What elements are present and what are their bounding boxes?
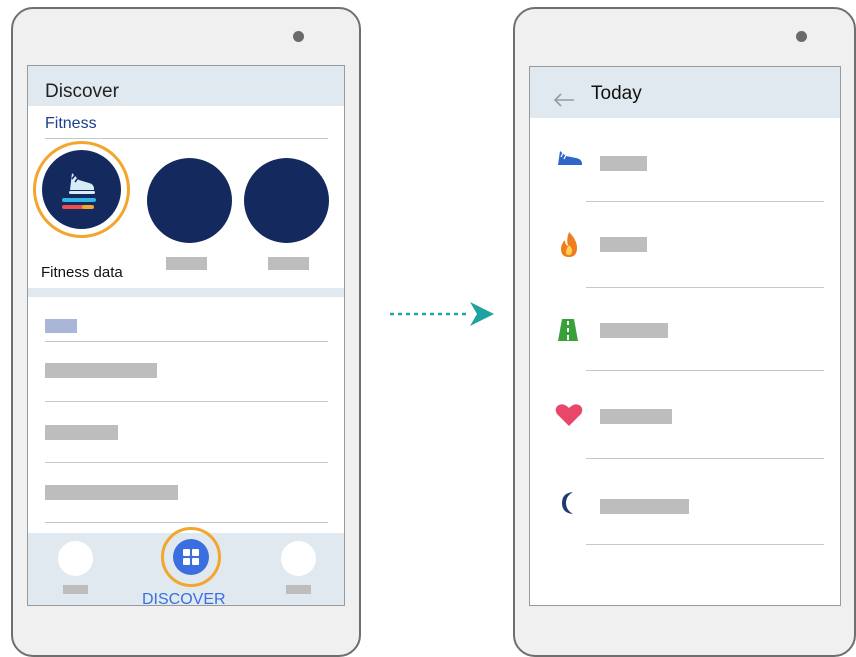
- grid-icon: [183, 549, 199, 565]
- list-header-placeholder: [45, 319, 77, 333]
- dotted-arrow-right-icon: [390, 302, 494, 326]
- value-placeholder: [600, 323, 668, 338]
- list-item[interactable]: [45, 485, 178, 500]
- fitness-data-card[interactable]: [33, 141, 130, 238]
- divider: [586, 201, 824, 202]
- camera-dot: [293, 31, 304, 42]
- discover-item-circle[interactable]: [147, 158, 232, 243]
- bottom-nav-discover-button[interactable]: [161, 527, 221, 587]
- shoe-icon: [558, 151, 582, 165]
- discover-item-label-placeholder: [166, 257, 207, 270]
- list-item[interactable]: [45, 425, 118, 440]
- right-phone-frame: Today: [513, 7, 856, 657]
- section-title-fitness[interactable]: Fitness: [45, 115, 97, 133]
- running-shoe-icon: [62, 173, 96, 209]
- flame-icon: [561, 232, 577, 257]
- divider: [586, 544, 824, 545]
- bottom-nav-discover-label[interactable]: DISCOVER: [142, 591, 226, 605]
- heart-icon: [555, 404, 583, 426]
- value-placeholder: [600, 409, 672, 424]
- discover-button-circle: [173, 539, 209, 575]
- section-separator: [28, 288, 344, 297]
- left-phone-frame: Discover Fitness Fitness data DISCOVER: [11, 7, 361, 657]
- list-item[interactable]: [45, 363, 157, 378]
- bottom-nav-item-left-icon[interactable]: [58, 541, 93, 576]
- moon-icon: [562, 492, 573, 514]
- list-item[interactable]: [530, 307, 840, 367]
- discover-item-circle[interactable]: [244, 158, 329, 243]
- discover-item-label-placeholder: [268, 257, 309, 270]
- bottom-nav-item-right-icon[interactable]: [281, 541, 316, 576]
- value-placeholder: [600, 237, 647, 252]
- page-title: Discover: [45, 81, 119, 102]
- divider: [45, 522, 328, 523]
- today-screen: Today: [529, 66, 841, 606]
- arrow-left-icon[interactable]: [553, 93, 575, 107]
- list-item[interactable]: [530, 217, 840, 282]
- value-placeholder: [600, 499, 689, 514]
- value-placeholder: [600, 156, 647, 171]
- list-item[interactable]: [530, 137, 840, 197]
- bottom-nav-item-left-label: [63, 585, 88, 594]
- divider: [586, 287, 824, 288]
- divider: [45, 401, 328, 402]
- divider: [45, 138, 328, 139]
- road-icon: [558, 319, 578, 341]
- list-item[interactable]: [530, 479, 840, 539]
- divider: [45, 462, 328, 463]
- camera-dot: [796, 31, 807, 42]
- fitness-data-label: Fitness data: [41, 264, 123, 281]
- divider: [586, 370, 824, 371]
- fitness-data-circle: [42, 150, 121, 229]
- list-item[interactable]: [530, 392, 840, 452]
- today-header: [530, 67, 840, 118]
- divider: [45, 341, 328, 342]
- discover-screen: Discover Fitness Fitness data DISCOVER: [27, 65, 345, 606]
- divider: [586, 458, 824, 459]
- bottom-nav-item-right-label: [286, 585, 311, 594]
- page-title: Today: [591, 83, 642, 104]
